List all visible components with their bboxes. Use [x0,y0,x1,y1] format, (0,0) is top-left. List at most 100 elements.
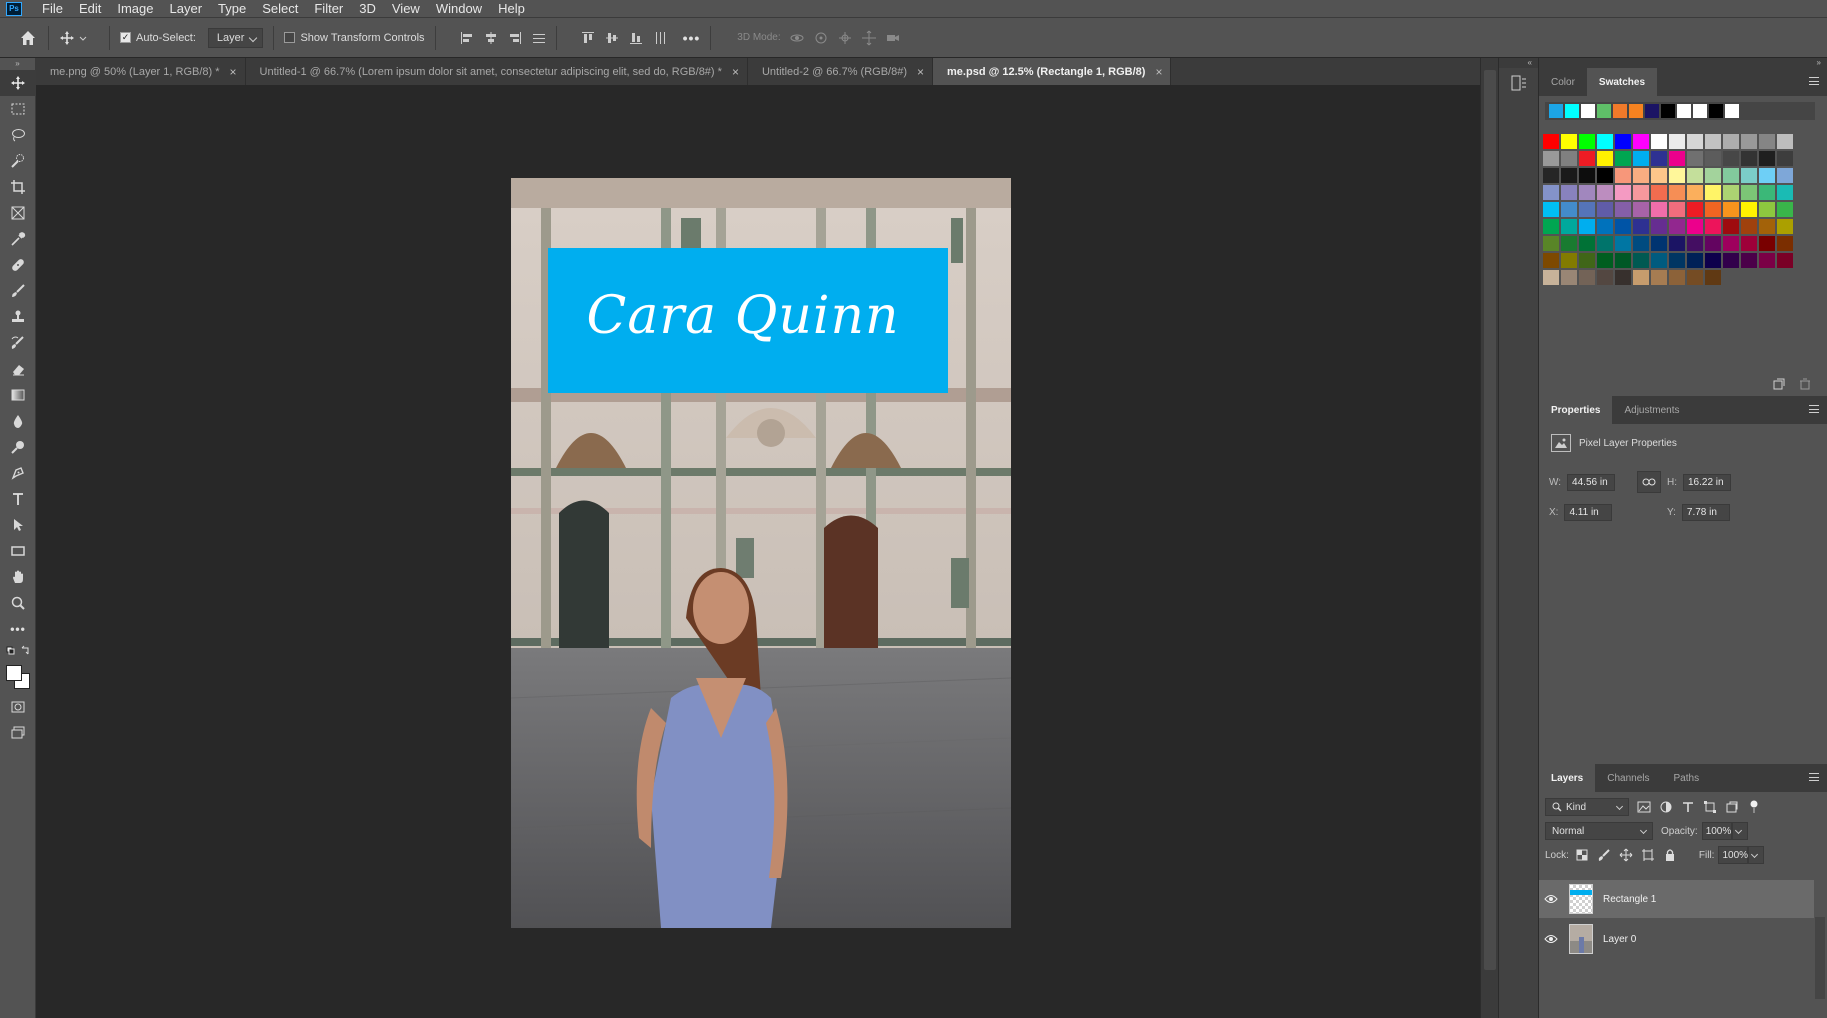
kind-filter-dropdown[interactable]: Kind [1545,798,1629,816]
hand-tool[interactable] [0,564,36,590]
color-swatch[interactable] [1651,219,1667,234]
edit-toolbar-button[interactable]: ••• [0,616,36,642]
recent-swatch[interactable] [1565,104,1579,118]
align-bottom-icon[interactable] [629,31,643,45]
shape-filter-icon[interactable] [1703,800,1717,814]
menu-3d[interactable]: 3D [351,0,384,17]
color-swatch[interactable] [1723,236,1739,251]
color-swatch[interactable] [1651,270,1667,285]
type-filter-icon[interactable] [1681,800,1695,814]
tab-channels[interactable]: Channels [1595,764,1661,792]
color-swatch[interactable] [1615,270,1631,285]
color-swatch[interactable] [1543,253,1559,268]
quick-mask-button[interactable] [0,694,36,720]
color-swatch[interactable] [1759,134,1775,149]
color-swatch[interactable] [1615,185,1631,200]
color-swatch[interactable] [1615,151,1631,166]
color-swatch[interactable] [1597,270,1613,285]
recent-swatch[interactable] [1645,104,1659,118]
menu-file[interactable]: File [34,0,71,17]
blur-tool[interactable] [0,408,36,434]
color-swatch[interactable] [1579,202,1595,217]
zoom-tool[interactable] [0,590,36,616]
move-tool[interactable] [0,70,36,96]
color-swatch[interactable] [1723,185,1739,200]
color-swatch[interactable] [1723,151,1739,166]
color-swatch[interactable] [1759,236,1775,251]
recent-swatch[interactable] [1677,104,1691,118]
color-swatch[interactable] [1561,134,1577,149]
quick-selection-tool[interactable] [0,148,36,174]
history-panel-icon[interactable] [1510,74,1528,92]
3d-roll-icon[interactable] [813,30,829,46]
move-tool-preset[interactable] [59,30,99,46]
color-swatch[interactable] [1669,270,1685,285]
opacity-slider-button[interactable] [1731,822,1748,840]
color-swatch[interactable] [1651,168,1667,183]
expand-panels-icon[interactable]: « [1499,58,1538,68]
color-swatch[interactable] [1687,253,1703,268]
color-swatch[interactable] [1777,185,1793,200]
path-selection-tool[interactable] [0,512,36,538]
close-icon[interactable]: × [1155,65,1162,79]
width-input[interactable]: 44.56 in [1567,474,1616,491]
color-swatch[interactable] [1687,134,1703,149]
color-swatch[interactable] [1741,151,1757,166]
color-swatch[interactable] [1579,168,1595,183]
layer-name[interactable]: Rectangle 1 [1603,894,1656,905]
color-swatch[interactable] [1777,151,1793,166]
recent-swatch[interactable] [1581,104,1595,118]
color-swatch[interactable] [1705,236,1721,251]
color-swatch[interactable] [1561,185,1577,200]
color-swatch[interactable] [1741,202,1757,217]
color-swatch[interactable] [1777,168,1793,183]
color-swatch[interactable] [1669,168,1685,183]
auto-select-checkbox[interactable]: ✓ [120,32,131,43]
color-swatch[interactable] [1579,236,1595,251]
menu-help[interactable]: Help [490,0,533,17]
color-swatch[interactable] [1723,219,1739,234]
color-swatch[interactable] [1561,270,1577,285]
dodge-tool[interactable] [0,434,36,460]
color-swatch[interactable] [1579,185,1595,200]
color-swatch[interactable] [1633,253,1649,268]
color-swatch[interactable] [1651,202,1667,217]
recent-swatch[interactable] [1725,104,1739,118]
panel-menu-icon[interactable] [1809,77,1819,85]
color-swatch[interactable] [1759,202,1775,217]
color-swatch[interactable] [1687,185,1703,200]
lock-position-icon[interactable] [1619,848,1633,862]
color-swatch[interactable] [1579,151,1595,166]
color-swatch[interactable] [1633,185,1649,200]
menu-window[interactable]: Window [428,0,490,17]
type-tool[interactable] [0,486,36,512]
color-swatch[interactable] [1669,236,1685,251]
blend-mode-dropdown[interactable]: Normal [1545,822,1653,840]
marquee-tool[interactable] [0,96,36,122]
brush-tool[interactable] [0,278,36,304]
align-top-icon[interactable] [581,31,595,45]
color-swatch[interactable] [1597,168,1613,183]
eyedropper-tool[interactable] [0,226,36,252]
color-swatch[interactable] [1669,202,1685,217]
crop-tool[interactable] [0,174,36,200]
color-swatch[interactable] [1597,134,1613,149]
color-swatch[interactable] [1543,151,1559,166]
3d-camera-icon[interactable] [885,30,901,46]
tab-layers[interactable]: Layers [1539,764,1596,792]
color-swatch[interactable] [1669,219,1685,234]
opacity-input[interactable]: 100% [1701,822,1732,840]
close-icon[interactable]: × [230,65,237,79]
color-swatch[interactable] [1561,202,1577,217]
menu-edit[interactable]: Edit [71,0,109,17]
color-swatch[interactable] [1759,253,1775,268]
menu-type[interactable]: Type [210,0,254,17]
color-swatch[interactable] [1579,219,1595,234]
foreground-background-colors[interactable] [0,660,36,694]
layers-scrollbar[interactable] [1815,917,1825,999]
lock-all-icon[interactable] [1663,848,1677,862]
rectangle-1-shape[interactable]: Cara Quinn [548,248,948,393]
color-swatch[interactable] [1543,202,1559,217]
color-swatch[interactable] [1615,134,1631,149]
more-options-icon[interactable]: ••• [683,30,701,46]
